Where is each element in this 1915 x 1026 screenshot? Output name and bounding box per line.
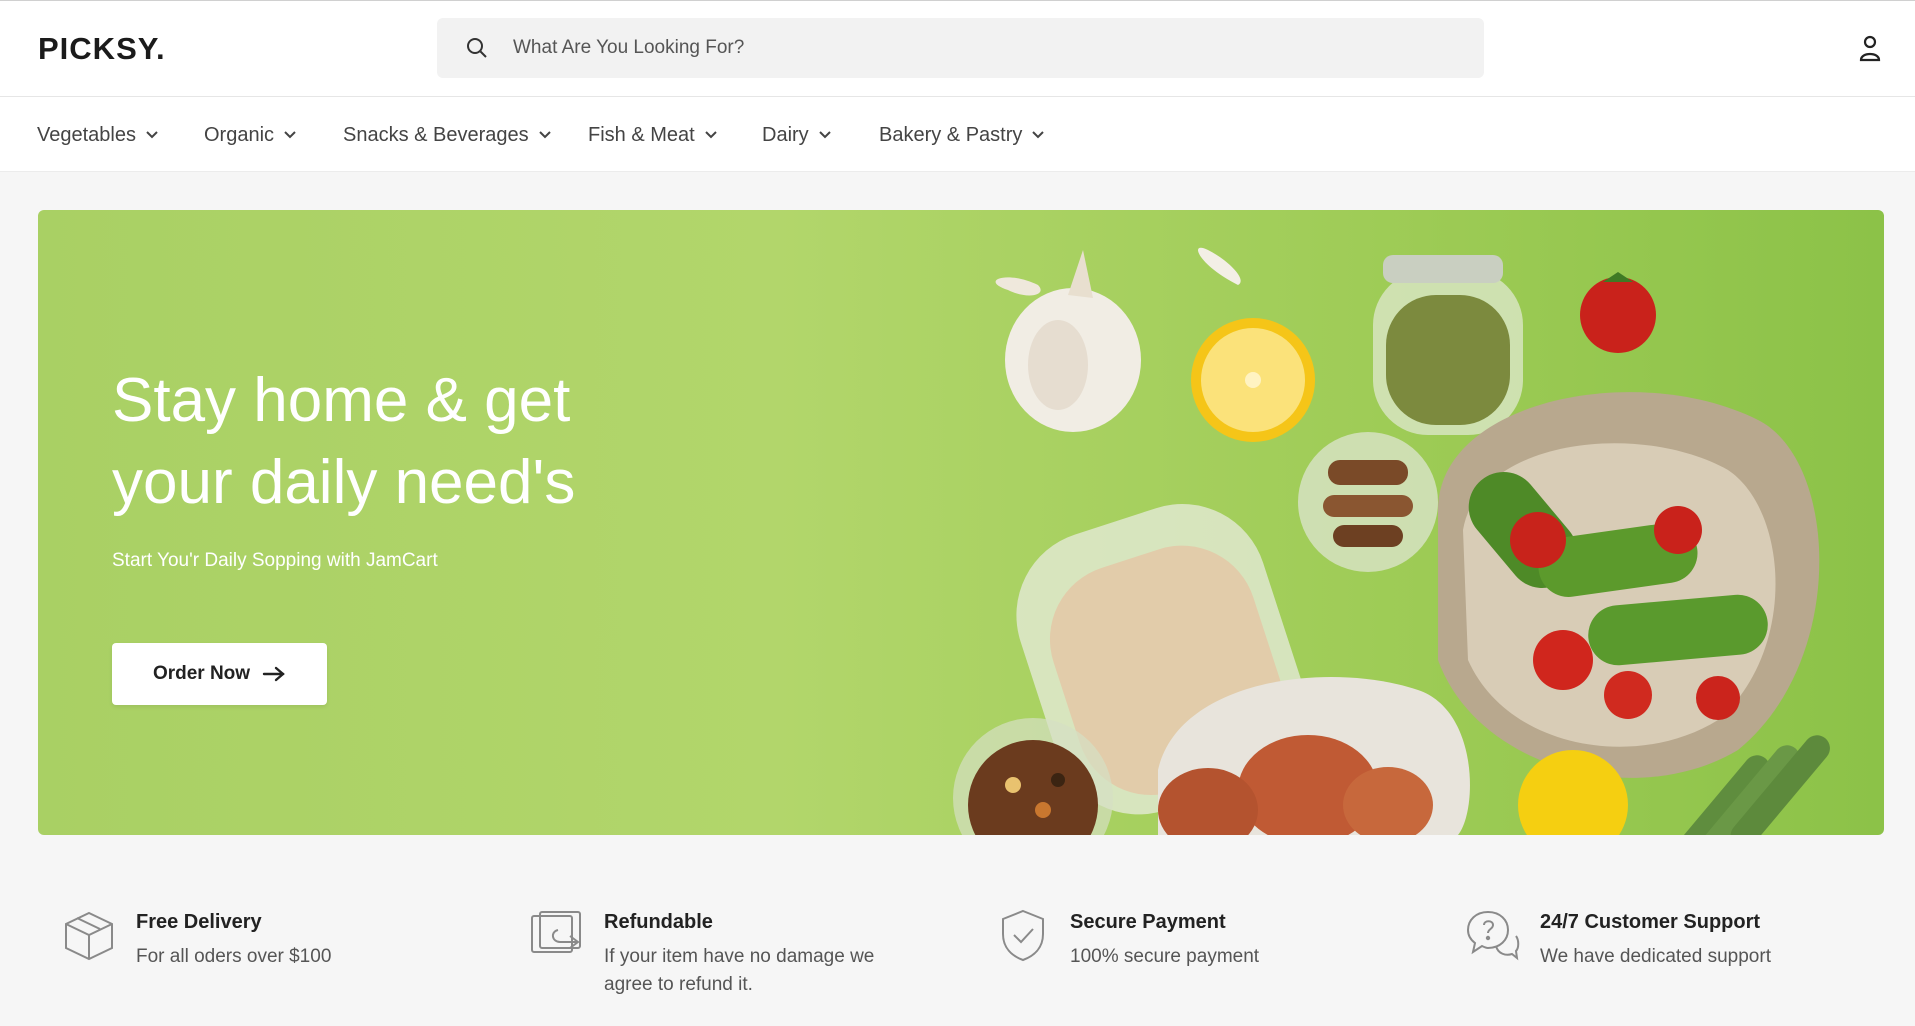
nav-item-dairy[interactable]: Dairy (762, 121, 832, 149)
feature-title: 24/7 Customer Support (1540, 911, 1761, 933)
nav-item-bakery-pastry[interactable]: Bakery & Pastry (879, 121, 1045, 149)
nav-item-label: Fish & Meat (588, 123, 695, 146)
nav-item-label: Bakery & Pastry (879, 123, 1023, 146)
feature-desc: If your item have no damage we agree to … (604, 946, 875, 995)
lemon-illustration (1191, 318, 1315, 442)
nav-item-label: Snacks & Beverages (343, 123, 529, 146)
order-now-label: Order Now (152, 663, 251, 684)
cloth-bag-illustration (1438, 392, 1820, 778)
search-icon[interactable] (465, 36, 489, 60)
bean-jar-illustration (1373, 255, 1523, 435)
order-now-button[interactable]: Order Now (112, 643, 327, 705)
nav-item-organic[interactable]: Organic (204, 121, 297, 149)
arrow-right-icon (262, 666, 285, 682)
nav-item-label: Organic (204, 123, 275, 146)
box-icon (65, 911, 113, 961)
chevron-down-icon (284, 131, 296, 139)
feature-title: Secure Payment (1070, 911, 1226, 933)
chevron-down-icon (538, 131, 551, 139)
shield-check-icon (1002, 909, 1044, 962)
hero-banner: Stay home & get your daily need's Start … (38, 210, 1884, 835)
hero-title-line2: your daily need's (112, 448, 576, 517)
feature-title: Free Delivery (136, 911, 262, 933)
nav-item-snacks-beverages[interactable]: Snacks & Beverages (343, 121, 552, 149)
chevron-down-icon (146, 131, 158, 139)
feature-desc: For all oders over $100 (136, 946, 332, 967)
chevron-down-icon (1032, 131, 1045, 139)
nav-item-label: Dairy (762, 123, 809, 146)
chevron-down-icon (704, 131, 717, 139)
groceries-image (953, 247, 1830, 835)
search-bar[interactable] (437, 18, 1484, 78)
feature-desc: 100% secure payment (1070, 946, 1260, 967)
support-chat-icon (1466, 910, 1520, 961)
user-icon[interactable] (1858, 34, 1882, 62)
hero-subtitle: Start You'r Daily Sopping with JamCart (112, 550, 438, 571)
hero-title: Stay home & get your daily need's (112, 360, 672, 524)
logo[interactable]: PICKSY. (38, 31, 166, 67)
spice-bowl-illustration (1298, 432, 1438, 572)
nav-item-vegetables[interactable]: Vegetables (37, 121, 159, 149)
features-strip: Free Delivery For all oders over $100 Re… (0, 880, 1915, 1026)
search-input[interactable] (513, 18, 1463, 78)
feature-title: Refundable (604, 911, 713, 933)
feature-desc: We have dedicated support (1540, 946, 1771, 967)
nav-item-fish-meat[interactable]: Fish & Meat (588, 121, 718, 149)
top-header: PICKSY. (0, 0, 1915, 97)
refund-icon (531, 911, 581, 953)
nav-item-label: Vegetables (37, 123, 136, 146)
hero-title-line1: Stay home & get (112, 366, 571, 435)
chevron-down-icon (818, 131, 831, 139)
tomato-illustration (1580, 272, 1656, 353)
category-nav: Vegetables Organic Snacks & Beverages Fi… (0, 97, 1915, 172)
